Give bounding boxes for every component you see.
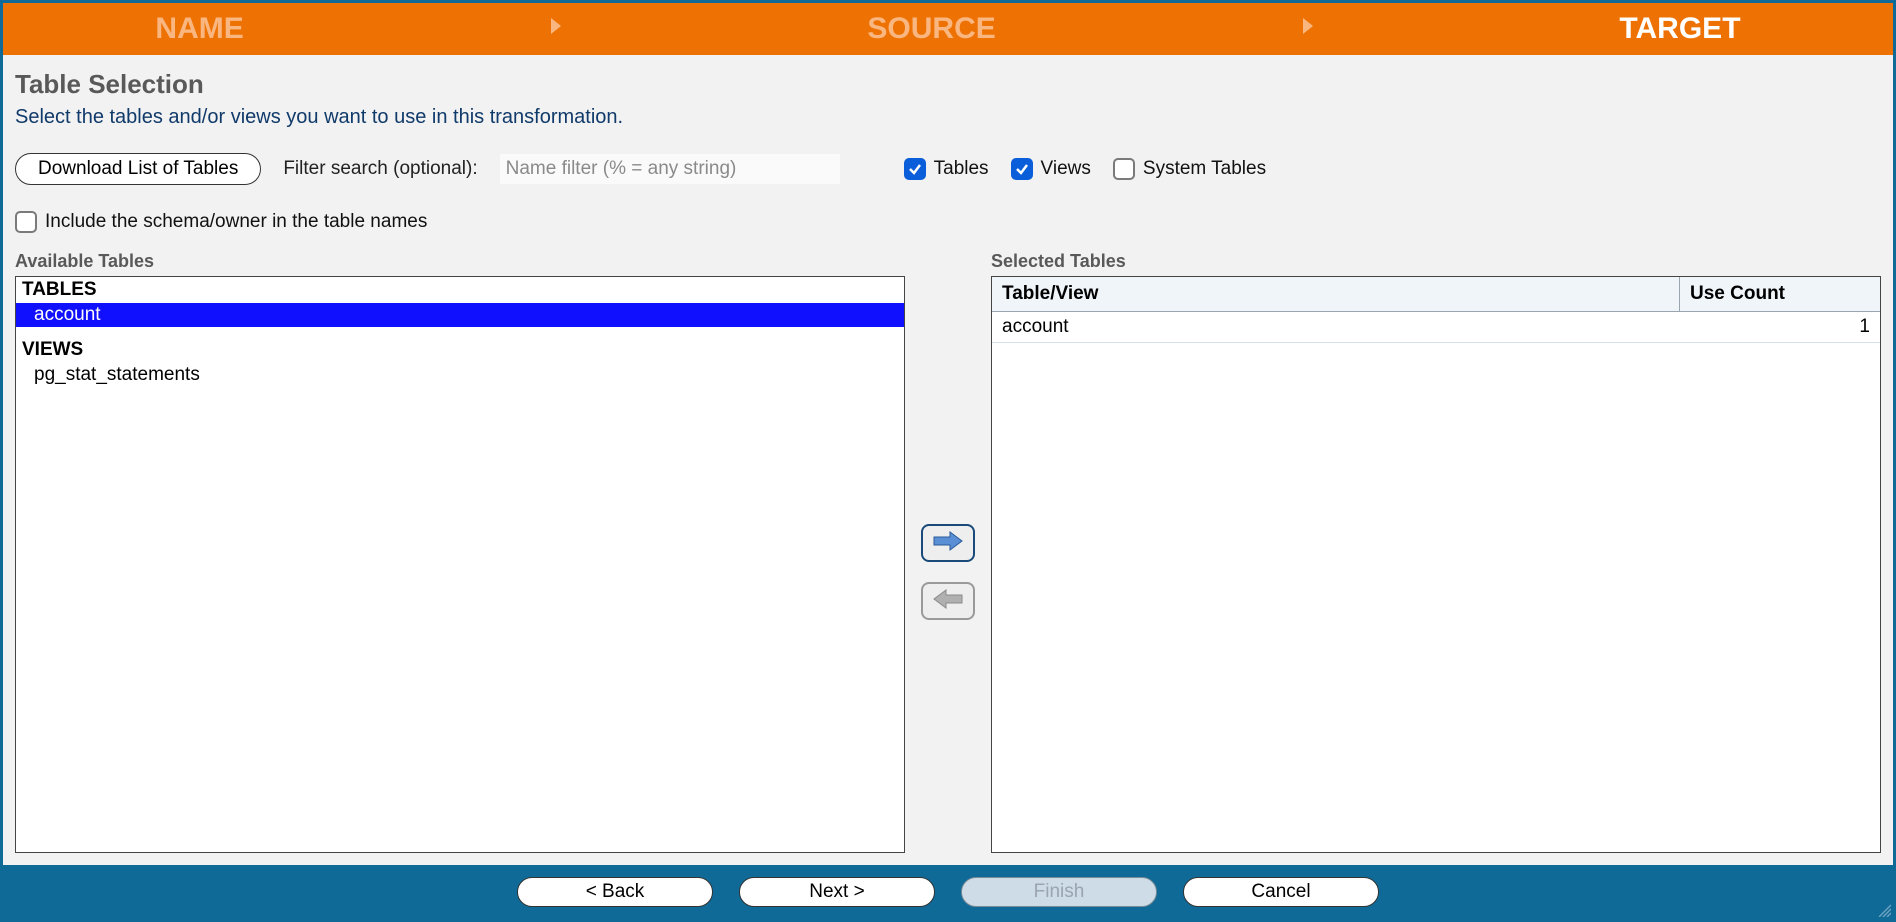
- views-checkbox-label: Views: [1041, 158, 1091, 180]
- include-schema-label: Include the schema/owner in the table na…: [45, 211, 427, 233]
- list-item[interactable]: pg_stat_statements: [16, 363, 904, 387]
- add-button[interactable]: [921, 524, 975, 562]
- content-panel: Table Selection Select the tables and/or…: [3, 55, 1893, 865]
- system-tables-checkbox[interactable]: System Tables: [1113, 158, 1266, 180]
- table-lists: Available Tables TABLES account VIEWS pg…: [15, 251, 1881, 853]
- available-column: Available Tables TABLES account VIEWS pg…: [15, 251, 905, 853]
- cancel-button[interactable]: Cancel: [1183, 877, 1379, 907]
- list-group-header: VIEWS: [16, 337, 904, 363]
- selected-table: Table/View Use Count account 1: [991, 276, 1881, 853]
- table-header: Table/View Use Count: [992, 277, 1880, 312]
- step-source: SOURCE: [867, 12, 995, 46]
- filter-label: Filter search (optional):: [283, 158, 477, 180]
- page-subtitle: Select the tables and/or views you want …: [15, 106, 1881, 129]
- arrow-right-icon: [932, 530, 964, 557]
- transfer-buttons: [921, 251, 975, 853]
- list-group-header: TABLES: [16, 277, 904, 303]
- column-header-count[interactable]: Use Count: [1680, 277, 1880, 311]
- schema-row: Include the schema/owner in the table na…: [15, 211, 1881, 233]
- selected-label: Selected Tables: [991, 251, 1881, 272]
- cell-name: account: [992, 312, 1680, 342]
- table-body[interactable]: account 1: [992, 312, 1880, 852]
- wizard-footer: < Back Next > Finish Cancel: [3, 865, 1893, 919]
- step-target: TARGET: [1619, 12, 1740, 46]
- arrow-left-icon: [932, 588, 964, 615]
- finish-button[interactable]: Finish: [961, 877, 1157, 907]
- available-listbox[interactable]: TABLES account VIEWS pg_stat_statements: [15, 276, 905, 853]
- page-title: Table Selection: [15, 69, 1881, 100]
- system-tables-checkbox-label: System Tables: [1143, 158, 1266, 180]
- table-row[interactable]: account 1: [992, 312, 1880, 343]
- selected-column: Selected Tables Table/View Use Count acc…: [991, 251, 1881, 853]
- column-header-name[interactable]: Table/View: [992, 277, 1680, 311]
- checkbox-icon: [15, 211, 37, 233]
- next-button[interactable]: Next >: [739, 877, 935, 907]
- include-schema-checkbox[interactable]: Include the schema/owner in the table na…: [15, 211, 427, 233]
- back-button[interactable]: < Back: [517, 877, 713, 907]
- tables-checkbox[interactable]: Tables: [904, 158, 989, 180]
- chevron-right-icon: [1301, 16, 1315, 42]
- cell-count: 1: [1680, 312, 1880, 342]
- checkbox-icon: [1011, 158, 1033, 180]
- views-checkbox[interactable]: Views: [1011, 158, 1091, 180]
- filter-input[interactable]: [500, 154, 840, 184]
- checkbox-icon: [1113, 158, 1135, 180]
- available-label: Available Tables: [15, 251, 905, 272]
- chevron-right-icon: [549, 16, 563, 42]
- resize-grip-icon[interactable]: [1875, 901, 1891, 917]
- checkbox-icon: [904, 158, 926, 180]
- remove-button[interactable]: [921, 582, 975, 620]
- filter-row: Download List of Tables Filter search (o…: [15, 153, 1881, 185]
- wizard-stepper: NAME SOURCE TARGET: [3, 3, 1893, 55]
- download-tables-button[interactable]: Download List of Tables: [15, 153, 261, 185]
- list-item[interactable]: account: [16, 303, 904, 327]
- tables-checkbox-label: Tables: [934, 158, 989, 180]
- step-name: NAME: [155, 12, 243, 46]
